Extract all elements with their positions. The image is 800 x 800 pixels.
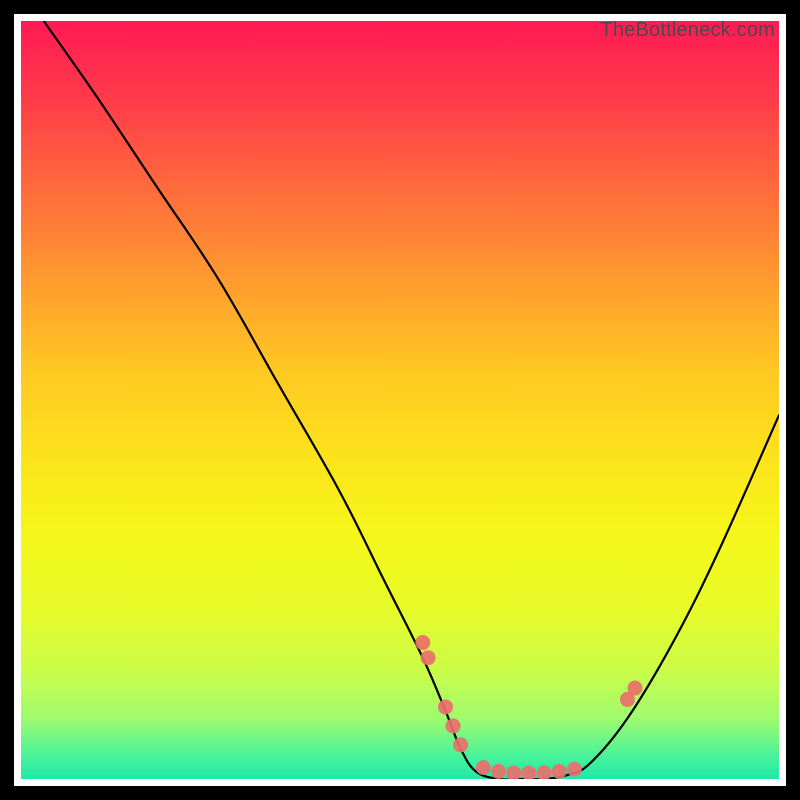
chart-frame: TheBottleneck.com xyxy=(14,14,786,786)
data-marker xyxy=(567,762,582,777)
chart-svg xyxy=(21,21,779,779)
chart-plot-area: TheBottleneck.com xyxy=(21,21,779,779)
curve-markers xyxy=(415,635,642,779)
bottleneck-curve xyxy=(44,21,779,779)
data-marker xyxy=(627,681,642,696)
data-marker xyxy=(446,718,461,733)
data-marker xyxy=(421,650,436,665)
data-marker xyxy=(438,699,453,714)
data-marker xyxy=(552,764,567,779)
data-marker xyxy=(521,765,536,779)
data-marker xyxy=(415,635,430,650)
data-marker xyxy=(506,765,521,779)
data-marker xyxy=(453,737,468,752)
data-marker xyxy=(476,760,491,775)
data-marker xyxy=(491,764,506,779)
data-marker xyxy=(537,765,552,779)
